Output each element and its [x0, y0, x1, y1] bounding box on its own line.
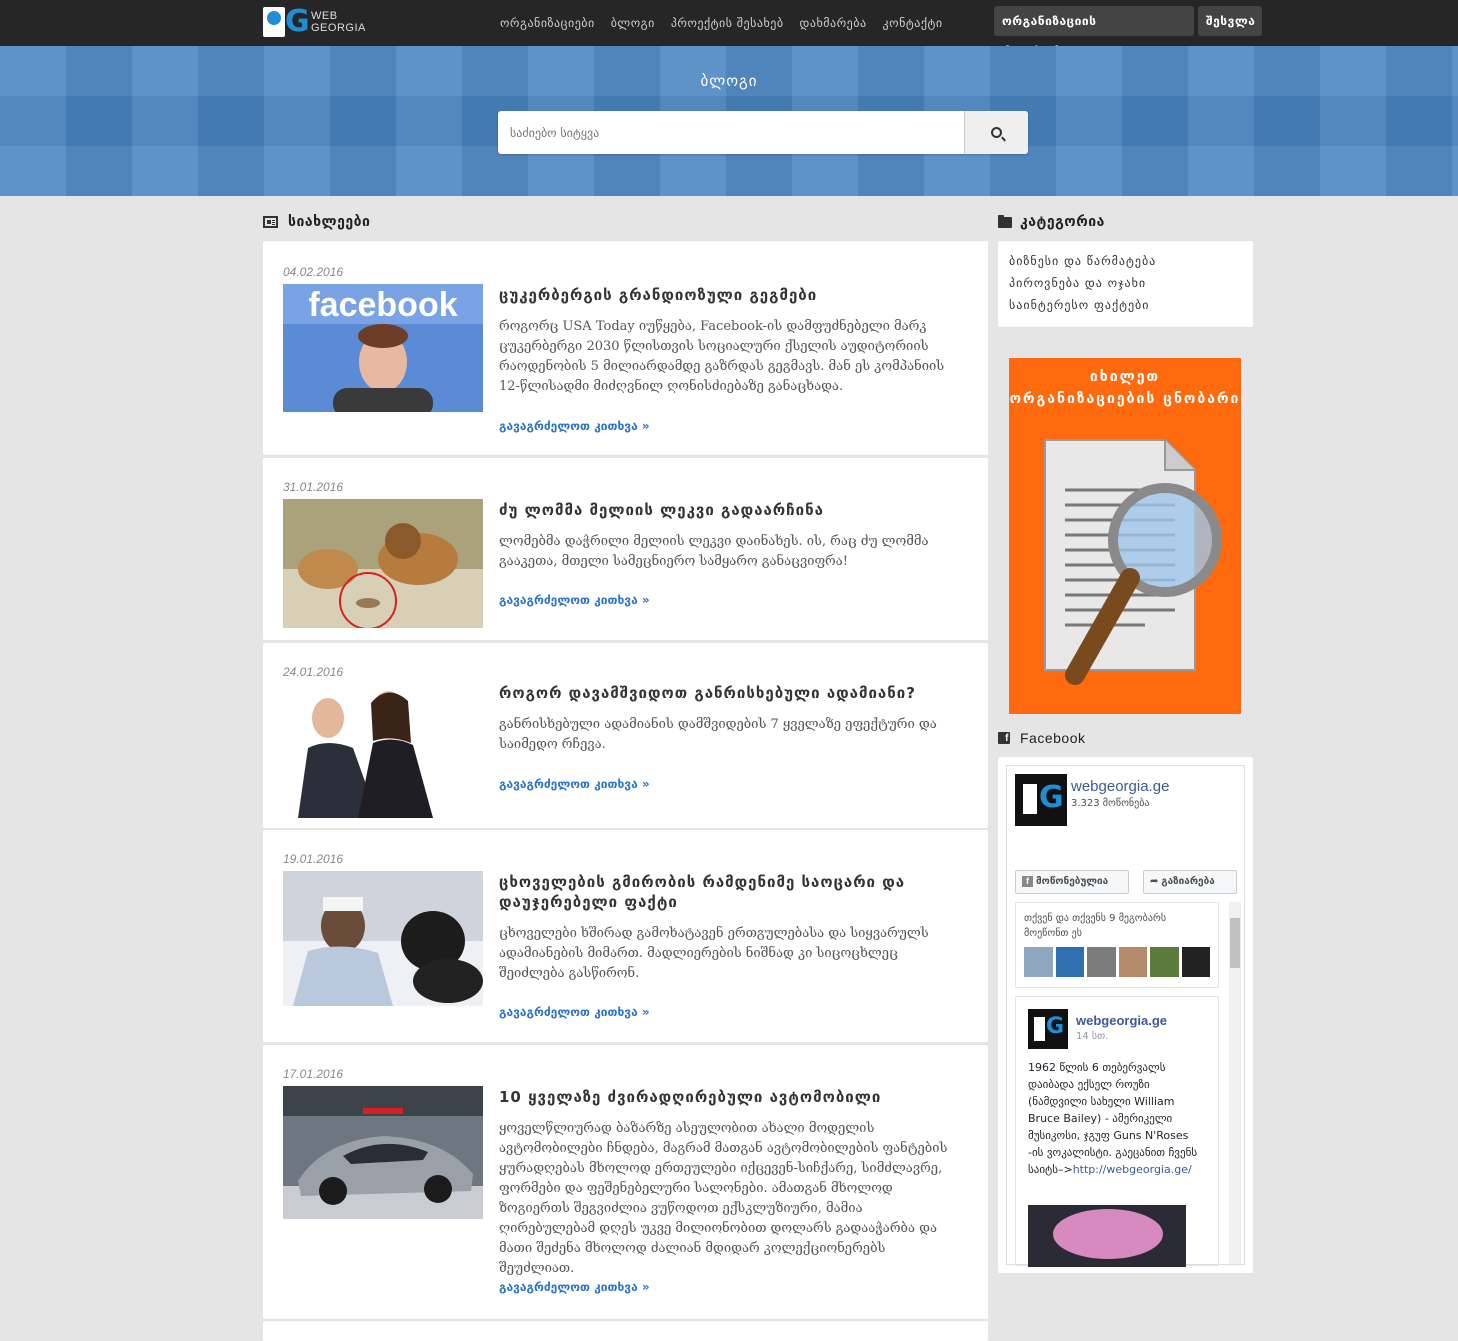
post-excerpt: ყოველწლიურად ბაზარზე ასეულობით ახალი მოდ…: [499, 1121, 948, 1276]
page-avatar[interactable]: G: [1015, 774, 1067, 826]
liked-label: მოწონებულია: [1036, 876, 1109, 887]
category-item[interactable]: პიროვნება და ოჯახი: [1009, 272, 1242, 294]
category-section-label: კატეგორია: [1020, 214, 1105, 230]
post-card: [263, 1321, 988, 1341]
post-time: 14 სთ.: [1076, 1031, 1109, 1042]
ad-line2: ორგანიზაციების ცნობარი: [1009, 391, 1241, 407]
login-button[interactable]: შესვლა: [1198, 6, 1262, 36]
post-date: 17.01.2016: [283, 1067, 344, 1081]
facebook-post-body: 1962 წლის 6 თებერვალს დაიბადა ექსელ როუზ…: [1028, 1061, 1198, 1176]
post-thumbnail-people[interactable]: [283, 683, 483, 818]
news-section-title: სიახლეები: [263, 214, 370, 230]
category-list: ბიზნესი და წარმატება პიროვნება და ოჯახი …: [998, 241, 1253, 327]
friend-avatar[interactable]: [1055, 947, 1084, 977]
magnifier-document-icon: [1044, 439, 1222, 685]
post-title[interactable]: ცუკერბერგის გრანდიოზული გეგმები: [499, 285, 959, 305]
logo-icon: G: [263, 4, 310, 40]
post-thumbnail-car[interactable]: [283, 1086, 483, 1219]
register-organization-button[interactable]: ორგანიზაციის რეგისტრაცია: [994, 6, 1194, 58]
friend-avatar[interactable]: [1118, 947, 1147, 977]
facebook-widget: G webgeorgia.ge 3.323 მოწონება f მოწონებუ…: [998, 757, 1253, 1273]
newspaper-icon: [263, 216, 278, 228]
nav-organizations[interactable]: ორგანიზაციები: [500, 16, 595, 30]
post-thumbnail-lions[interactable]: [283, 499, 483, 628]
post-card: 31.01.2016 ძუ ლომმა მელიის ლეკვი გადაარჩ…: [263, 458, 988, 640]
facebook-section-label: Facebook: [1020, 730, 1086, 746]
page-title: ბლოგი: [700, 72, 758, 90]
nav-about[interactable]: პროექტის შესახებ: [671, 16, 784, 30]
facebook-section-title: f Facebook: [998, 730, 1085, 746]
friends-avatars: [1024, 947, 1210, 977]
facebook-post-text: 1962 წლის 6 თებერვალს დაიბადა ექსელ როუზ…: [1028, 1059, 1198, 1178]
read-more-link[interactable]: გავაგრძელოთ კითხვა »: [499, 777, 650, 791]
svg-text:facebook: facebook: [308, 286, 457, 324]
logo-text-web: WEB: [311, 10, 338, 22]
page-likes: 3.323 მოწონება: [1071, 798, 1150, 809]
search-bar: [498, 111, 1028, 154]
post-date: 24.01.2016: [283, 665, 344, 679]
post-card: 24.01.2016 როგორ დავამშვიდოთ განრისხებულ…: [263, 643, 988, 828]
scrollbar-thumb[interactable]: [1230, 918, 1240, 968]
friend-avatar[interactable]: [1181, 947, 1210, 977]
share-arrow-icon: ➦: [1150, 876, 1159, 887]
site-logo[interactable]: G WEB GEORGIA: [263, 4, 366, 40]
post-excerpt: ცხოველები ხშირად გამოხატავენ ერთგულებასა…: [499, 926, 929, 981]
search-button[interactable]: [964, 111, 1028, 154]
friends-like-box: თქვენ და თქვენს 9 მეგობარს მოეწონთ ეს: [1015, 902, 1219, 988]
page-name-link[interactable]: webgeorgia.ge: [1071, 778, 1169, 795]
post-title[interactable]: ცხოველების გმირობის რამდენიმე საოცარი და…: [499, 872, 959, 912]
post-card: 17.01.2016 10 ყველაზე ძვირადღირებული ავტ…: [263, 1045, 988, 1319]
facebook-f-icon: f: [1022, 875, 1033, 887]
news-section-label: სიახლეები: [288, 214, 371, 230]
post-thumbnail-dog[interactable]: [283, 871, 483, 1006]
post-author-name[interactable]: webgeorgia.ge: [1076, 1013, 1167, 1028]
post-date: 19.01.2016: [283, 852, 344, 866]
feed-scrollbar[interactable]: [1229, 902, 1241, 1264]
category-item[interactable]: ბიზნესი და წარმატება: [1009, 250, 1242, 272]
facebook-post-image[interactable]: [1028, 1205, 1186, 1267]
facebook-icon: f: [998, 732, 1010, 744]
share-label: გაზიარება: [1161, 876, 1215, 887]
read-more-link[interactable]: გავაგრძელოთ კითხვა »: [499, 1005, 650, 1019]
logo-text-georgia: GEORGIA: [311, 22, 366, 34]
post-author-avatar[interactable]: G: [1028, 1009, 1068, 1049]
facebook-post: G webgeorgia.ge 14 სთ. 1962 წლის 6 თებერ…: [1015, 996, 1219, 1267]
friends-like-text: თქვენ და თქვენს 9 მეგობარს მოეწონთ ეს: [1024, 913, 1167, 939]
post-excerpt: როგორც USA Today იუწყება, Facebook-ის და…: [499, 319, 945, 394]
post-title[interactable]: როგორ დავამშვიდოთ განრისხებული ადამიანი?: [499, 683, 959, 703]
post-date: 31.01.2016: [283, 480, 344, 494]
read-more-link[interactable]: გავაგრძელოთ კითხვა »: [499, 1280, 650, 1294]
post-card: 19.01.2016 ცხოველების გმირობის რამდენიმე…: [263, 830, 988, 1042]
read-more-link[interactable]: გავაგრძელოთ კითხვა »: [499, 593, 650, 607]
post-title[interactable]: ძუ ლომმა მელიის ლეკვი გადაარჩინა: [499, 500, 959, 520]
post-title[interactable]: 10 ყველაზე ძვირადღირებული ავტომობილი: [499, 1087, 959, 1107]
post-date: 04.02.2016: [283, 265, 344, 279]
facebook-post-link[interactable]: http://webgeorgia.ge/: [1073, 1163, 1192, 1176]
friend-avatar[interactable]: [1150, 947, 1179, 977]
share-button[interactable]: ➦ გაზიარება: [1143, 870, 1237, 894]
post-excerpt: ლომებმა დაჭრილი მელიის ლეკვი დაინახეს. ი…: [499, 534, 929, 569]
friend-avatar[interactable]: [1024, 947, 1053, 977]
nav-blog[interactable]: ბლოგი: [611, 16, 655, 30]
main-nav: ორგანიზაციები ბლოგი პროექტის შესახებ დახ…: [500, 0, 959, 46]
nav-help[interactable]: დახმარება: [800, 16, 867, 30]
directory-ad-banner[interactable]: იხილეთ ორგანიზაციების ცნობარი: [1009, 358, 1241, 714]
liked-button[interactable]: f მოწონებულია: [1015, 870, 1129, 894]
folder-icon: [998, 214, 1012, 228]
nav-contact[interactable]: კონტაქტი: [883, 16, 943, 30]
top-navbar: G WEB GEORGIA ორგანიზაციები ბლოგი პროექტ…: [0, 0, 1458, 58]
search-input[interactable]: [498, 111, 963, 154]
post-thumbnail-facebook[interactable]: facebook: [283, 284, 483, 412]
read-more-link[interactable]: გავაგრძელოთ კითხვა »: [499, 419, 650, 433]
post-excerpt: განრისხებული ადამიანის დამშვიდების 7 ყვე…: [499, 717, 937, 752]
hero-banner: ბლოგი: [0, 46, 1458, 196]
friend-avatar[interactable]: [1087, 947, 1116, 977]
category-section-title: კატეგორია: [998, 214, 1105, 230]
category-item[interactable]: საინტერესო ფაქტები: [1009, 294, 1242, 316]
post-card: 04.02.2016 facebook ცუკერბერგის გრანდიოზ…: [263, 241, 988, 455]
ad-line1: იხილეთ: [1089, 369, 1161, 385]
search-icon: [991, 127, 1002, 138]
